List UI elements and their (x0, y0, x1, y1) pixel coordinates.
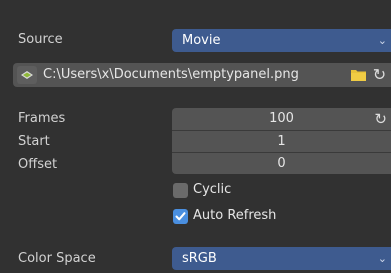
filepath-field[interactable]: C:\Users\x\Documents\emptypanel.png (13, 63, 375, 87)
frames-field[interactable]: 100 ↻ (172, 108, 391, 130)
checkmark-icon (175, 212, 186, 221)
frames-value: 100 (269, 111, 294, 126)
color-space-value: sRGB (182, 251, 217, 266)
filepath-value: C:\Users\x\Documents\emptypanel.png (43, 67, 299, 82)
color-space-label: Color Space (18, 251, 96, 266)
start-value: 1 (277, 134, 286, 149)
offset-label: Offset (18, 157, 58, 172)
refresh-icon[interactable]: ↻ (374, 108, 387, 130)
source-dropdown[interactable]: Movie ⌄ (172, 29, 391, 52)
start-label: Start (18, 134, 50, 149)
reload-button[interactable]: ↻ (368, 63, 391, 87)
source-value: Movie (182, 33, 221, 48)
offset-field[interactable]: 0 (172, 152, 391, 174)
cyclic-checkbox[interactable] (173, 183, 188, 198)
offset-value: 0 (277, 156, 286, 171)
color-space-dropdown[interactable]: sRGB ⌄ (172, 247, 391, 270)
cyclic-label: Cyclic (193, 182, 232, 197)
frames-label: Frames (18, 111, 66, 126)
source-label: Source (18, 32, 63, 47)
auto-refresh-checkbox[interactable] (173, 209, 188, 224)
folder-icon[interactable] (350, 68, 367, 82)
chevron-down-icon: ⌄ (377, 34, 387, 47)
image-datablock-icon[interactable] (17, 66, 37, 84)
image-properties-panel: Source Movie ⌄ C:\Users\x\Documents\empt… (0, 0, 391, 273)
auto-refresh-label: Auto Refresh (193, 208, 277, 223)
start-field[interactable]: 1 (172, 130, 391, 152)
reload-icon: ↻ (372, 65, 387, 84)
chevron-down-icon: ⌄ (377, 252, 387, 265)
